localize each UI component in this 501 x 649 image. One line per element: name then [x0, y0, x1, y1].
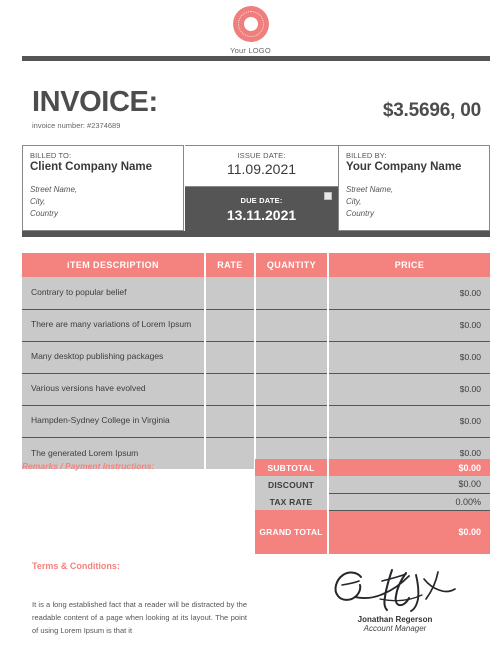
issue-date-label: ISSUE DATE:	[237, 151, 286, 160]
cell-quantity	[255, 373, 329, 406]
cell-quantity	[255, 341, 329, 374]
billed-to-label: BILLED TO:	[30, 151, 72, 160]
cell-rate	[205, 405, 256, 438]
cell-price: $0.00	[328, 405, 490, 438]
table-row: There are many variations of Lorem Ipsum…	[22, 309, 490, 342]
table-row: Various versions have evolved $0.00	[22, 373, 490, 406]
billed-to-name: Client Company Name	[30, 161, 153, 173]
signature-block: Jonathan Regerson Account Manager	[300, 563, 490, 633]
terms-body: It is a long established fact that a rea…	[32, 600, 247, 636]
totals-row-subtotal: SUBTOTAL $0.00	[255, 459, 490, 476]
items-table-header-row: iTEM DESCRIPTION RATE QUANTITY PRICE	[22, 253, 490, 278]
table-row: Many desktop publishing packages $0.00	[22, 341, 490, 374]
subtotal-value: $0.00	[328, 459, 490, 476]
remarks-label: Remarks / Payment Instructions:	[22, 461, 155, 471]
cell-rate	[205, 437, 256, 470]
signatory-role: Account Manager	[363, 624, 427, 633]
cell-description: Contrary to popular belief	[22, 277, 206, 310]
due-date-label: DUE DATE:	[240, 196, 283, 205]
header-divider	[22, 56, 490, 61]
cell-quantity	[255, 309, 329, 342]
billed-by-box: BILLED BY: Your Company Name Street Name…	[338, 145, 490, 231]
table-row: Contrary to popular belief $0.00	[22, 277, 490, 310]
cell-description: Hampden-Sydney College in Virginia	[22, 405, 206, 438]
totals-row-tax-rate: TAX RATE 0.00%	[255, 493, 490, 511]
table-row: Hampden-Sydney College in Virginia $0.00	[22, 405, 490, 438]
items-table: iTEM DESCRIPTION RATE QUANTITY PRICE Con…	[22, 253, 490, 470]
invoice-page: Your LOGO INVOICE: invoice number: #2374…	[0, 0, 501, 649]
cell-quantity	[255, 405, 329, 438]
cell-price: $0.00	[328, 309, 490, 342]
cell-quantity	[255, 277, 329, 310]
donut-logo-icon	[232, 6, 269, 42]
billing-band: BILLED TO: Client Company Name Street Na…	[22, 145, 490, 237]
discount-label: DISCOUNT	[255, 476, 329, 493]
grand-total-label: GRAND TOTAL	[255, 510, 329, 554]
logo-ring-decoration	[237, 11, 264, 37]
invoice-title-row: INVOICE: invoice number: #2374689 $3.569…	[0, 88, 501, 136]
cell-description: Many desktop publishing packages	[22, 341, 206, 374]
tax-rate-value: 0.00%	[328, 493, 490, 511]
column-header-quantity: QUANTITY	[255, 253, 329, 278]
tax-rate-label: TAX RATE	[255, 493, 329, 510]
billed-by-name: Your Company Name	[346, 161, 462, 173]
due-date-box: DUE DATE: 13.11.2021	[185, 187, 338, 237]
totals-row-discount: DISCOUNT $0.00	[255, 476, 490, 494]
signatory-name: Jonathan Regerson	[357, 615, 433, 624]
totals-row-grand-total: GRAND TOTAL $0.00	[255, 510, 490, 554]
cell-description: There are many variations of Lorem Ipsum	[22, 309, 206, 342]
column-header-description: iTEM DESCRIPTION	[22, 253, 206, 278]
billed-to-address: Street Name, City, Country	[30, 185, 78, 219]
due-date-value: 13.11.2021	[226, 207, 297, 223]
cell-rate	[205, 341, 256, 374]
page-title: INVOICE:	[32, 86, 158, 118]
cell-rate	[205, 373, 256, 406]
cell-price: $0.00	[328, 341, 490, 374]
cell-price: $0.00	[328, 277, 490, 310]
billed-by-address: Street Name, City, Country	[346, 185, 394, 219]
cell-rate	[205, 309, 256, 342]
subtotal-label: SUBTOTAL	[255, 459, 329, 476]
column-header-price: PRICE	[328, 253, 490, 278]
cell-rate	[205, 277, 256, 310]
billed-to-box: BILLED TO: Client Company Name Street Na…	[22, 145, 184, 231]
column-header-rate: RATE	[205, 253, 256, 278]
invoice-number: invoice number: #2374689	[32, 121, 121, 130]
billing-divider	[22, 231, 490, 237]
billed-by-label: BILLED BY:	[346, 151, 387, 160]
discount-value: $0.00	[328, 476, 490, 494]
logo-block: Your LOGO	[0, 6, 501, 55]
items-table-body: Contrary to popular belief $0.00 There a…	[22, 277, 490, 470]
logo-caption: Your LOGO	[230, 46, 271, 55]
handwritten-signature-icon	[334, 569, 456, 612]
due-date-marker-icon	[324, 192, 332, 200]
terms-title: Terms & Conditions:	[32, 561, 120, 571]
cell-price: $0.00	[328, 373, 490, 406]
totals-table: SUBTOTAL $0.00 DISCOUNT $0.00 TAX RATE 0…	[255, 459, 490, 554]
issue-date-value: 11.09.2021	[226, 161, 297, 177]
issue-date-box: ISSUE DATE: 11.09.2021	[185, 145, 338, 187]
cell-description: Various versions have evolved	[22, 373, 206, 406]
grand-total-value: $0.00	[328, 510, 490, 554]
invoice-total-amount: $3.5696, 00	[382, 100, 481, 121]
